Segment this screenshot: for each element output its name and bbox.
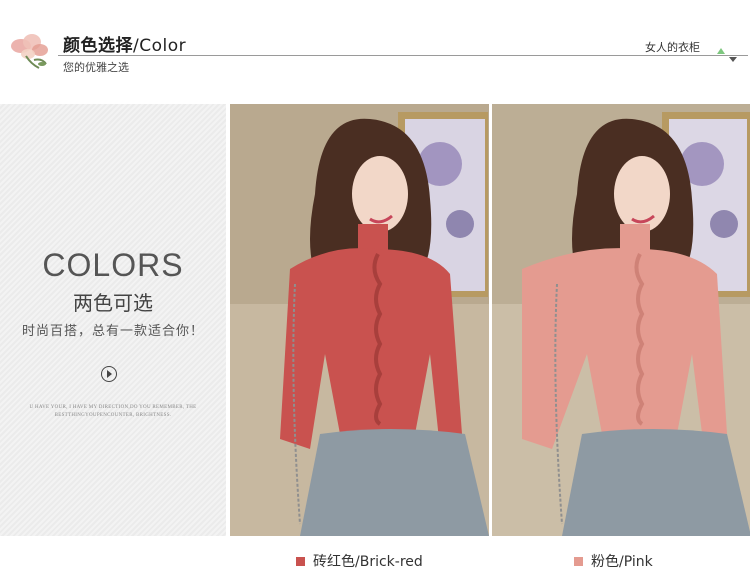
tiny-text-line1: U HAVE YOUR, I HAVE MY DIRECTION,DO YOU … xyxy=(29,405,197,410)
caption-pink-label: 粉色/Pink xyxy=(591,554,653,570)
title-cn: 颜色选择 xyxy=(63,36,133,56)
photo-scene xyxy=(492,104,750,536)
tiny-text-line2: BESTTHINGYOUPENCOUNTER, BRIGHTNESS. xyxy=(54,413,172,418)
tagline: 时尚百搭，总有一款适合你！ xyxy=(21,324,204,339)
photo-scene xyxy=(230,104,489,536)
flower-logo-icon xyxy=(11,34,48,69)
swatch-brick-red xyxy=(296,556,305,566)
colors-heading: COLORS xyxy=(42,247,184,283)
closet-label: 女人的衣柜 xyxy=(645,41,700,54)
two-colors-heading: 两色可选 xyxy=(73,291,153,315)
swatch-pink xyxy=(574,556,583,566)
caption-brick-red-label: 砖红色/Brick-red xyxy=(313,554,423,570)
page-title: 颜色选择/Color xyxy=(63,31,186,56)
photo-pink xyxy=(492,104,750,536)
caption-pink: 粉色/Pink xyxy=(574,551,653,571)
title-en: /Color xyxy=(133,36,187,56)
caption-brick-red: 砖红色/Brick-red xyxy=(296,551,423,571)
play-icon[interactable] xyxy=(101,366,117,382)
leaf-marker-icon xyxy=(717,48,725,54)
colors-info-panel: COLORS 两色可选 时尚百搭，总有一款适合你！ U HAVE YOUR, I… xyxy=(0,104,226,536)
header-divider xyxy=(58,55,748,56)
caret-down-icon xyxy=(729,57,737,62)
page-subtitle: 您的优雅之选 xyxy=(63,61,129,74)
photo-brick-red xyxy=(230,104,489,536)
header: 颜色选择/Color 您的优雅之选 女人的衣柜 xyxy=(0,0,750,80)
